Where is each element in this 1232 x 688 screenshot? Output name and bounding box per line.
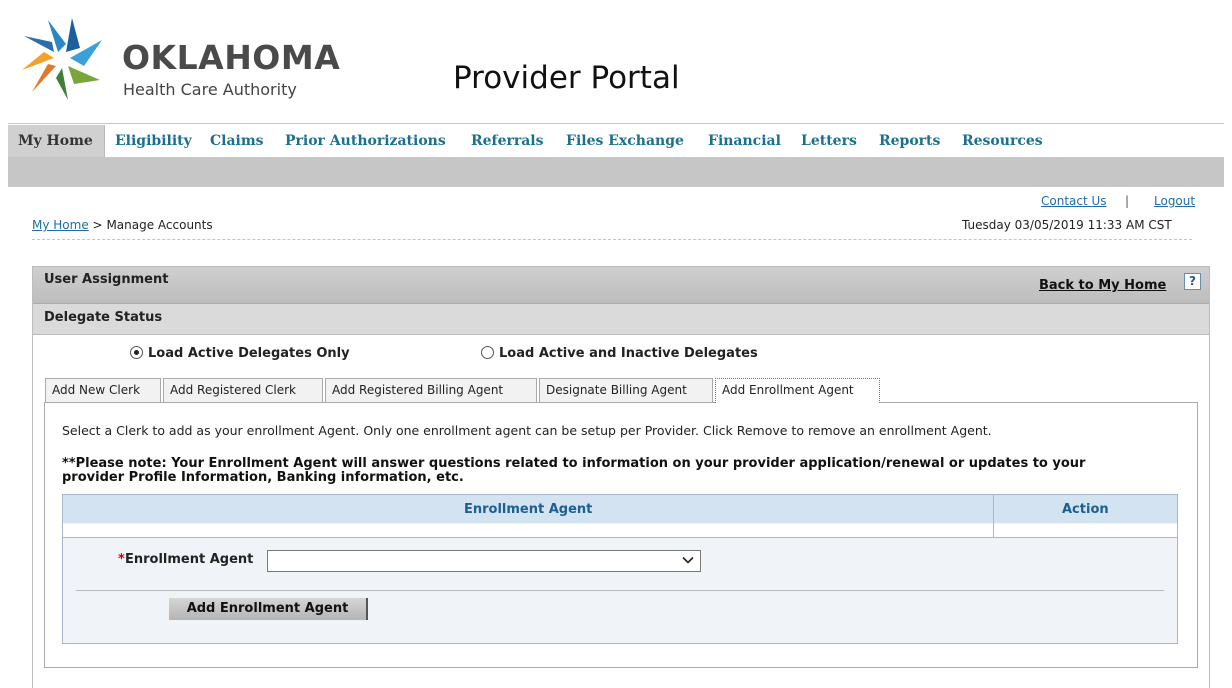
nav-prior-authorizations[interactable]: Prior Authorizations — [285, 133, 446, 149]
table-header-row — [63, 495, 1177, 523]
breadcrumb-divider — [32, 239, 1192, 240]
breadcrumb-current: Manage Accounts — [106, 218, 213, 232]
chevron-down-icon — [682, 556, 694, 564]
delegate-status-title: Delegate Status — [44, 310, 163, 325]
add-enrollment-agent-button[interactable]: Add Enrollment Agent — [169, 598, 368, 620]
brand-name: OKLAHOMA — [122, 38, 341, 77]
radio-active-inactive-label: Load Active and Inactive Delegates — [499, 346, 758, 361]
tab-add-registered-clerk[interactable]: Add Registered Clerk — [163, 378, 323, 402]
current-datetime: Tuesday 03/05/2019 11:33 AM CST — [962, 218, 1172, 232]
brand-subtitle: Health Care Authority — [123, 80, 297, 99]
breadcrumb-separator: > — [92, 218, 103, 232]
nav-top-border — [8, 123, 1224, 124]
radio-active-inactive[interactable] — [481, 346, 494, 359]
note-line-1: **Please note: Your Enrollment Agent wil… — [62, 456, 1086, 471]
utility-separator: | — [1125, 194, 1130, 208]
contact-us-link[interactable]: Contact Us — [1041, 194, 1107, 208]
breadcrumb: My Home > Manage Accounts — [32, 218, 213, 232]
delegate-status-header — [33, 303, 1209, 335]
instruction-text: Select a Clerk to add as your enrollment… — [62, 423, 992, 438]
enrollment-agent-label: Enrollment Agent — [125, 552, 254, 567]
tab-add-new-clerk[interactable]: Add New Clerk — [45, 378, 161, 402]
required-asterisk: * — [118, 552, 125, 567]
nav-referrals[interactable]: Referrals — [471, 133, 544, 149]
oklahoma-star-logo — [22, 18, 102, 100]
sub-nav-bar — [8, 157, 1224, 187]
panel-title: User Assignment — [44, 272, 169, 287]
column-header-enrollment-agent: Enrollment Agent — [464, 502, 593, 517]
nav-my-home[interactable]: My Home — [18, 133, 93, 149]
enrollment-agent-select[interactable] — [267, 550, 701, 572]
tab-designate-billing-agent[interactable]: Designate Billing Agent — [539, 378, 713, 402]
radio-active-only[interactable] — [130, 346, 143, 359]
nav-reports[interactable]: Reports — [879, 133, 940, 149]
form-divider — [76, 590, 1164, 591]
nav-letters[interactable]: Letters — [801, 133, 857, 149]
panel-header — [33, 267, 1209, 303]
column-header-action: Action — [1062, 502, 1109, 517]
nav-eligibility[interactable]: Eligibility — [115, 133, 192, 149]
table-column-separator — [993, 495, 994, 537]
nav-financial[interactable]: Financial — [708, 133, 781, 149]
breadcrumb-home[interactable]: My Home — [32, 218, 89, 232]
nav-resources[interactable]: Resources — [962, 133, 1043, 149]
table-empty-row — [63, 524, 1177, 538]
nav-claims[interactable]: Claims — [210, 133, 264, 149]
tab-add-registered-billing-agent[interactable]: Add Registered Billing Agent — [325, 378, 537, 402]
page-title: Provider Portal — [453, 60, 680, 96]
help-icon[interactable]: ? — [1184, 273, 1201, 290]
nav-files-exchange[interactable]: Files Exchange — [566, 133, 684, 149]
tab-add-enrollment-agent[interactable]: Add Enrollment Agent — [715, 378, 880, 403]
note-line-2: provider Profile Information, Banking in… — [62, 470, 464, 485]
logout-link[interactable]: Logout — [1154, 194, 1195, 208]
back-to-home-link[interactable]: Back to My Home — [1039, 278, 1166, 294]
radio-active-only-label: Load Active Delegates Only — [148, 346, 350, 361]
